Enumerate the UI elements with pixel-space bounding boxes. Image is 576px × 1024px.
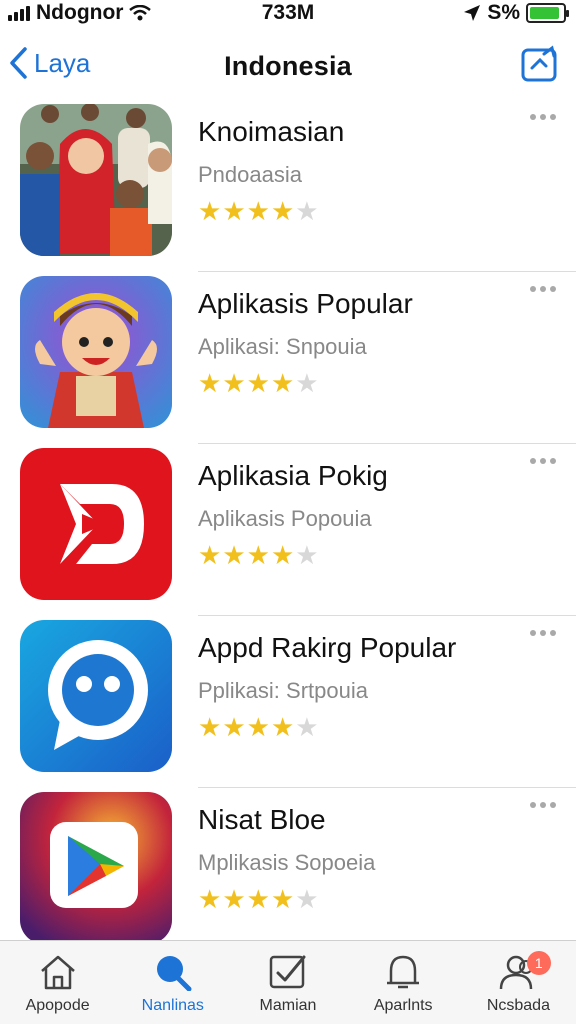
star-filled-icon: ★ [198, 196, 222, 226]
tab-bar: Apopode Nanlinas Mamian Aparlnts Ncsbada… [0, 940, 576, 1024]
chat-bubble-icon[interactable] [20, 620, 172, 772]
app-info: Aplikasia Pokig Aplikasis Popouia ★ ★ ★ ★ ★ [198, 460, 576, 568]
app-subtitle: Pplikasi: Srtpouia [198, 678, 368, 703]
status-right: S% [463, 1, 569, 25]
star-filled-icon: ★ [198, 884, 222, 914]
signal-icon [8, 5, 30, 21]
location-arrow-icon [464, 5, 481, 21]
star-rating: ★ ★ ★ ★ ★ [198, 886, 576, 912]
star-rating: ★ ★ ★ ★ ★ [198, 370, 576, 396]
play-store-icon[interactable] [20, 792, 172, 940]
star-filled-icon: ★ [246, 712, 270, 742]
app-info: Appd Rakirg Popular Pplikasi: Srtpouia ★… [198, 632, 576, 740]
star-empty-icon: ★ [295, 368, 319, 398]
back-button[interactable]: Laya [8, 46, 90, 80]
app-row[interactable]: Appd Rakirg Popular Pplikasi: Srtpouia ★… [0, 616, 576, 788]
app-subtitle: Aplikasis Popouia [198, 506, 372, 531]
tab-accounts[interactable]: Ncsbada 1 [461, 941, 576, 1024]
wifi-icon [129, 5, 152, 21]
star-filled-icon: ★ [222, 884, 246, 914]
star-filled-icon: ★ [198, 540, 222, 570]
more-button[interactable] [530, 458, 556, 464]
notification-badge: 1 [526, 951, 551, 975]
star-rating: ★ ★ ★ ★ ★ [198, 714, 576, 740]
star-filled-icon: ★ [198, 368, 222, 398]
star-filled-icon: ★ [270, 196, 295, 226]
star-filled-icon: ★ [246, 884, 270, 914]
share-button[interactable] [520, 44, 560, 89]
tab-updates[interactable]: Mamian [230, 941, 345, 1024]
star-filled-icon: ★ [222, 196, 246, 226]
bell-icon [387, 955, 420, 989]
star-filled-icon: ★ [270, 540, 295, 570]
people-photo-icon[interactable] [20, 104, 172, 256]
star-filled-icon: ★ [246, 196, 270, 226]
tab-label: Aparlnts [373, 997, 433, 1014]
star-filled-icon: ★ [270, 884, 295, 914]
share-icon [521, 45, 557, 82]
tab-label: Nanlinas [141, 997, 204, 1014]
tab-home[interactable]: Apopode [0, 941, 115, 1024]
star-empty-icon: ★ [295, 196, 319, 226]
app-name: Knoimasian [198, 116, 345, 147]
app-row[interactable]: Aplikasis Popular Aplikasi: Snpouia ★ ★ ★ ★… [0, 272, 576, 444]
star-rating: ★ ★ ★ ★ ★ [198, 198, 576, 224]
tab-label: Mamian [259, 997, 317, 1014]
app-info: Knoimasian Pndoaasia ★ ★ ★ ★ ★ [198, 116, 576, 224]
cartoon-boy-icon[interactable] [20, 276, 172, 428]
star-filled-icon: ★ [246, 540, 270, 570]
star-filled-icon: ★ [222, 712, 246, 742]
tab-label: Ncsbada [486, 997, 550, 1014]
search-icon [156, 956, 192, 991]
battery-fill [530, 7, 559, 19]
back-label: Laya [34, 47, 91, 78]
app-info: Aplikasis Popular Aplikasi: Snpouia ★ ★ ★ ★… [198, 288, 576, 396]
app-list: Knoimasian Pndoaasia ★ ★ ★ ★ ★ Aplikasis… [0, 100, 576, 940]
tab-notifications[interactable]: Aparlnts [346, 941, 461, 1024]
app-subtitle: Mplikasis Sopoeia [198, 850, 376, 875]
star-empty-icon: ★ [295, 540, 319, 570]
page-title: Indonesia [224, 50, 352, 81]
more-button[interactable] [530, 802, 556, 808]
more-button[interactable] [530, 114, 556, 120]
status-left: Ndognor [8, 1, 152, 25]
star-filled-icon: ★ [222, 540, 246, 570]
status-right-text: S% [487, 1, 520, 24]
star-filled-icon: ★ [270, 368, 295, 398]
status-time: 733M [261, 1, 315, 24]
star-empty-icon: ★ [295, 712, 319, 742]
star-filled-icon: ★ [270, 712, 295, 742]
nav-bar: Laya Indonesia [0, 38, 576, 94]
app-name: Appd Rakirg Popular [198, 632, 457, 663]
more-button[interactable] [530, 286, 556, 292]
app-row[interactable]: Knoimasian Pndoaasia ★ ★ ★ ★ ★ [0, 100, 576, 272]
star-empty-icon: ★ [295, 884, 319, 914]
tab-label: Apopode [25, 997, 90, 1014]
star-filled-icon: ★ [246, 368, 270, 398]
app-name: Aplikasis Popular [198, 288, 413, 319]
app-name: Nisat Bloe [198, 804, 326, 835]
battery-icon [526, 3, 569, 23]
more-button[interactable] [530, 630, 556, 636]
tab-search[interactable]: Nanlinas [115, 941, 230, 1024]
star-filled-icon: ★ [198, 712, 222, 742]
chevron-left-icon [10, 47, 27, 79]
app-name: Aplikasia Pokig [198, 460, 388, 491]
app-row[interactable]: Aplikasia Pokig Aplikasis Popouia ★ ★ ★ ★ ★ [0, 444, 576, 616]
app-info: Nisat Bloe Mplikasis Sopoeia ★ ★ ★ ★ ★ [198, 804, 576, 912]
status-bar: Ndognor 733M S% [0, 0, 576, 26]
carrier-name: Ndognor [36, 1, 124, 24]
red-play-icon[interactable] [20, 448, 172, 600]
home-icon [40, 955, 75, 990]
star-rating: ★ ★ ★ ★ ★ [198, 542, 576, 568]
app-row[interactable]: Nisat Bloe Mplikasis Sopoeia ★ ★ ★ ★ ★ [0, 788, 576, 940]
checkbox-icon [269, 955, 306, 989]
star-filled-icon: ★ [222, 368, 246, 398]
app-subtitle: Aplikasi: Snpouia [198, 334, 367, 359]
app-subtitle: Pndoaasia [198, 162, 302, 187]
